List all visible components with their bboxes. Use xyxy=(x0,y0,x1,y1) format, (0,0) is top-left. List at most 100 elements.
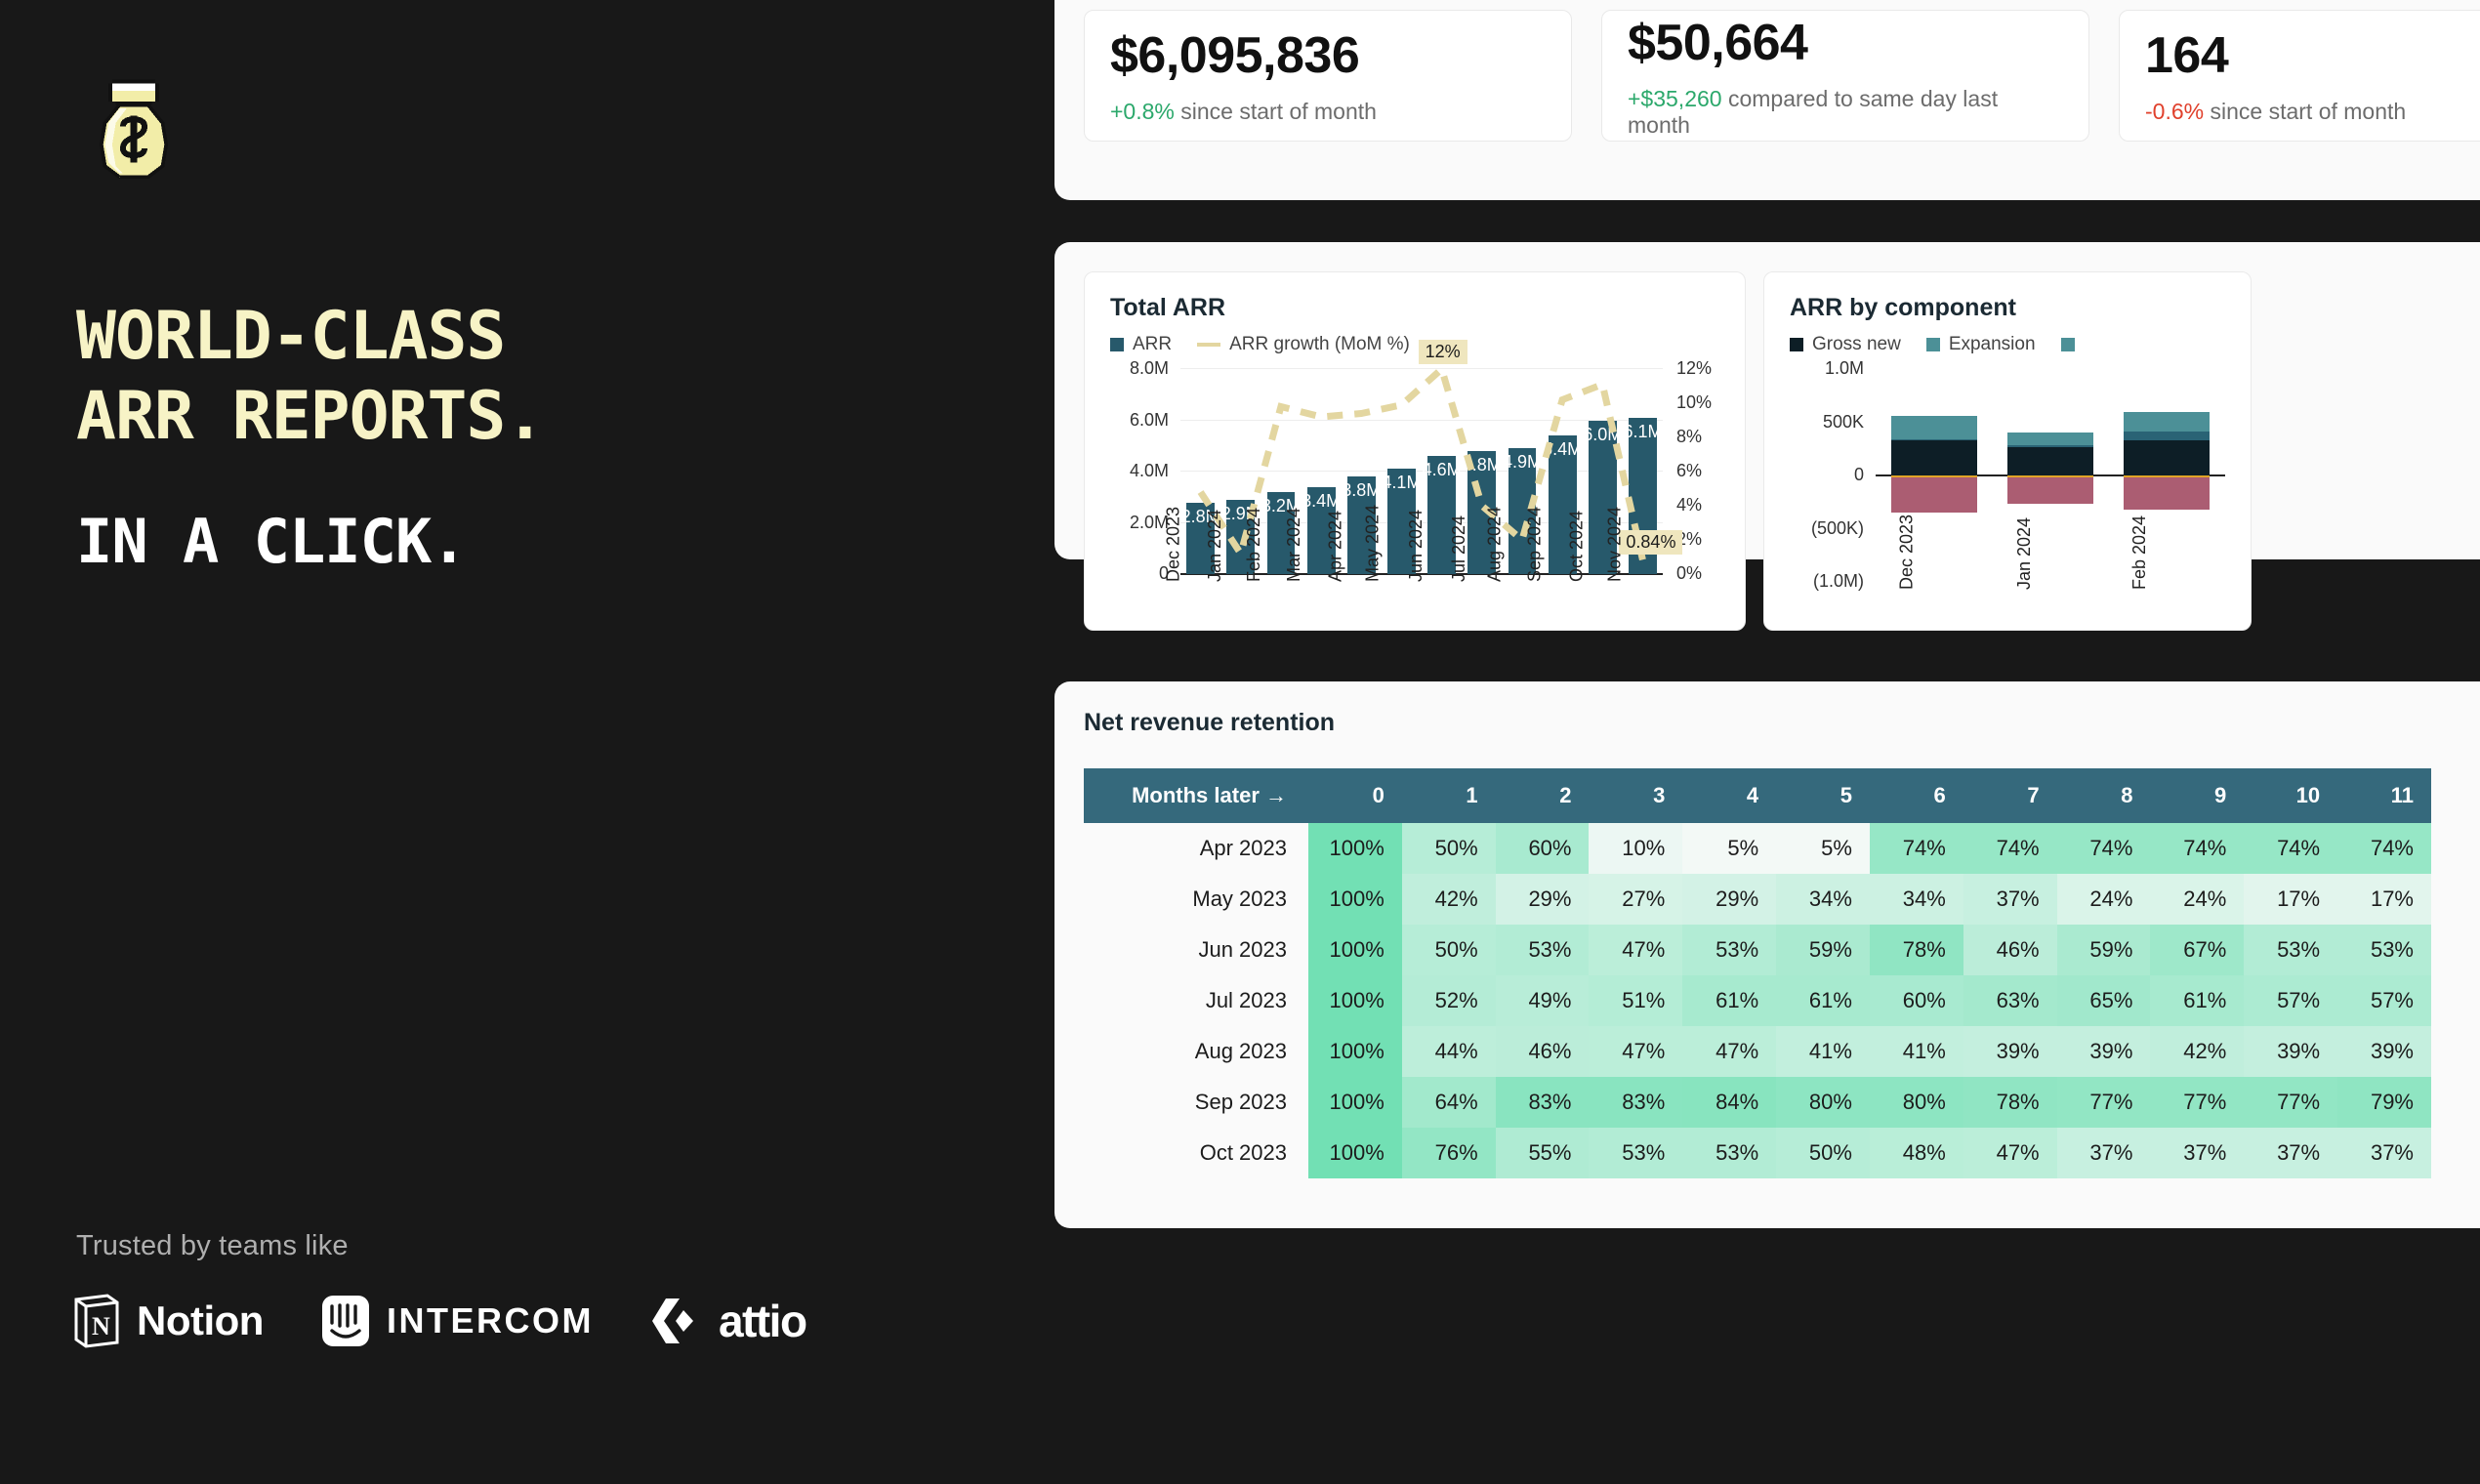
heatmap-cell: 74% xyxy=(2056,823,2151,874)
heatmap-cell: 48% xyxy=(1869,1128,1963,1178)
legend-label-arr-growth: ARR growth (MoM %) xyxy=(1229,334,1410,354)
nrr-table[interactable]: Months later → 0 1 2 3 4 5 6 7 8 9 10 11 Apr 2023 100%… xyxy=(1084,768,2431,1178)
y-tick-left: 8.0M xyxy=(1129,358,1169,378)
heatmap-cell: 10% xyxy=(1589,823,1683,874)
heatmap-cell: 100% xyxy=(1308,1077,1402,1128)
heatmap-cell: 74% xyxy=(1963,823,2057,874)
arr-by-component-chart-card[interactable]: ARR by component Gross new Expansion (1.… xyxy=(1763,271,2252,631)
headline-line-1: WORLD-CLASS xyxy=(76,298,506,375)
heatmap-cell: 55% xyxy=(1495,1128,1590,1178)
legend-swatch-gross-new xyxy=(1790,338,1803,351)
heatmap-cell: 24% xyxy=(2150,874,2245,925)
logo-attio: attio xyxy=(650,1295,807,1347)
heatmap-cell: 59% xyxy=(2056,925,2151,975)
stacked-segment xyxy=(2124,476,2211,510)
heatmap-cell: 84% xyxy=(1682,1077,1777,1128)
kpi-card-total-customers[interactable]: 164 -0.6% since start of month xyxy=(2119,10,2480,142)
table-row[interactable]: Jul 2023 100% 52% 49% 51% 61% 61% 60% 63% 65% 61% 5… xyxy=(1084,975,2431,1026)
heatmap-cell: 51% xyxy=(1589,975,1683,1026)
total-arr-x-axis: Dec 2023 Jan 2024 Feb 2024 Mar 2024 Apr 2024… xyxy=(1163,505,1663,668)
x-tick-label: Nov 2024 xyxy=(1604,506,1625,582)
column-header: 3 xyxy=(1589,768,1683,823)
heatmap-cell: 39% xyxy=(2056,1026,2151,1077)
table-row[interactable]: Sep 2023 100% 64% 83% 83% 84% 80% 80% 78% 77% 77% 7… xyxy=(1084,1077,2431,1128)
heatmap-cell: 53% xyxy=(1682,1128,1777,1178)
headline-line-3: IN A CLICK. xyxy=(76,506,468,577)
total-arr-legend: ARR ARR growth (MoM %) xyxy=(1110,334,1719,355)
heatmap-cell: 80% xyxy=(1869,1077,1963,1128)
heatmap-cell: 53% xyxy=(1495,925,1590,975)
heatmap-cell: 24% xyxy=(2056,874,2151,925)
legend-item-gross-new: Gross new xyxy=(1790,334,1901,355)
heatmap-cell: 100% xyxy=(1308,975,1402,1026)
heatmap-cell: 61% xyxy=(1776,975,1870,1026)
heatmap-cell: 46% xyxy=(1963,925,2057,975)
heatmap-cell: 67% xyxy=(2150,925,2245,975)
heatmap-cell: 50% xyxy=(1776,1128,1870,1178)
heatmap-cell: 100% xyxy=(1308,1128,1402,1178)
column-header: 1 xyxy=(1401,768,1496,823)
column-header: 10 xyxy=(2244,768,2338,823)
arr-by-component-x-axis: Dec 2023 Jan 2024 Feb 2024 xyxy=(1876,515,2225,676)
heatmap-cell: 34% xyxy=(1869,874,1963,925)
nrr-table-wrap: Net revenue retention Months later → 0 1 2 3… xyxy=(1084,709,2480,1178)
legend-item-arr: ARR xyxy=(1110,334,1172,355)
heatmap-cell: 57% xyxy=(2337,975,2431,1026)
heatmap-cell: 34% xyxy=(1776,874,1870,925)
money-bag-icon xyxy=(99,79,169,180)
heatmap-cell: 78% xyxy=(1869,925,1963,975)
x-tick-label: Dec 2023 xyxy=(1896,514,1917,590)
heatmap-cell: 74% xyxy=(1869,823,1963,874)
table-row[interactable]: May 2023 100% 42% 29% 27% 29% 34% 34% 37% 24% 24% 1… xyxy=(1084,874,2431,925)
heatmap-cell: 100% xyxy=(1308,925,1402,975)
table-row[interactable]: Apr 2023 100% 50% 60% 10% 5% 5% 74% 74% 74% 74% 74%… xyxy=(1084,823,2431,874)
heatmap-cell: 49% xyxy=(1495,975,1590,1026)
legend-swatch-extra xyxy=(2060,338,2075,351)
table-row[interactable]: Aug 2023 100% 44% 46% 47% 47% 41% 41% 39% 39% 42% 3… xyxy=(1084,1026,2431,1077)
y-tick: 1.0M xyxy=(1824,358,1864,378)
stacked-bar-slot[interactable] xyxy=(2109,369,2225,582)
heatmap-cell: 63% xyxy=(1963,975,2057,1026)
stacked-segment xyxy=(1890,416,1977,439)
x-tick-label: Mar 2024 xyxy=(1284,507,1304,582)
heatmap-cell: 74% xyxy=(2244,823,2338,874)
heatmap-cell: 78% xyxy=(1963,1077,2057,1128)
x-tick-label: Feb 2024 xyxy=(1243,507,1263,582)
heatmap-cell: 47% xyxy=(1963,1128,2057,1178)
kpi-card-total-arr[interactable]: $6,095,836 +0.8% since start of month xyxy=(1084,10,1572,142)
table-row[interactable]: Jun 2023 100% 50% 53% 47% 53% 59% 78% 46% 59% 67% 5… xyxy=(1084,925,2431,975)
stacked-bar-slot[interactable] xyxy=(1992,369,2108,582)
row-label: Aug 2023 xyxy=(1084,1026,1308,1077)
legend-label-arr: ARR xyxy=(1133,334,1173,354)
logo-notion: N Notion xyxy=(72,1294,264,1348)
x-tick-label: Jul 2024 xyxy=(1448,515,1468,582)
heatmap-cell: 83% xyxy=(1495,1077,1590,1128)
total-arr-chart-card[interactable]: Total ARR ARR ARR growth (MoM %) 0 2.0M 4.… xyxy=(1084,271,1746,631)
months-later-header: Months later → xyxy=(1084,768,1308,823)
legend-swatch-arr xyxy=(1110,338,1124,351)
hero-panel: WORLD-CLASS ARR REPORTS. IN A CLICK. Tru… xyxy=(0,0,1054,1484)
kpi-card-net-new-arr[interactable]: $50,664 +$35,260 compared to same day la… xyxy=(1601,10,2089,142)
trusted-by-label: Trusted by teams like xyxy=(76,1230,349,1261)
heatmap-cell: 44% xyxy=(1401,1026,1496,1077)
heatmap-cell: 83% xyxy=(1589,1077,1683,1128)
heatmap-cell: 29% xyxy=(1682,874,1777,925)
heatmap-cell: 76% xyxy=(1401,1128,1496,1178)
arr-by-component-legend: Gross new Expansion xyxy=(1790,334,2225,355)
heatmap-cell: 42% xyxy=(2150,1026,2245,1077)
stacked-bar-slot[interactable] xyxy=(1876,369,1992,582)
y-tick: (1.0M) xyxy=(1812,571,1864,591)
heatmap-cell: 80% xyxy=(1776,1077,1870,1128)
legend-label-expansion: Expansion xyxy=(1948,334,2036,354)
table-row[interactable]: Oct 2023 100% 76% 55% 53% 53% 50% 48% 47% 37% 37% 3… xyxy=(1084,1128,2431,1178)
headline-line-2: ARR REPORTS. xyxy=(76,378,545,455)
hero-headline: WORLD-CLASS ARR REPORTS. IN A CLICK. xyxy=(76,297,1054,578)
heatmap-cell: 74% xyxy=(2337,823,2431,874)
row-label: Sep 2023 xyxy=(1084,1077,1308,1128)
x-tick-label: Jan 2024 xyxy=(1204,509,1224,582)
x-tick-label: Jun 2024 xyxy=(1405,509,1426,582)
y-tick-right: 6% xyxy=(1676,461,1703,480)
legend-item-extra xyxy=(2060,338,2075,351)
arr-by-component-title: ARR by component xyxy=(1790,294,2016,321)
row-label: Apr 2023 xyxy=(1084,823,1308,874)
